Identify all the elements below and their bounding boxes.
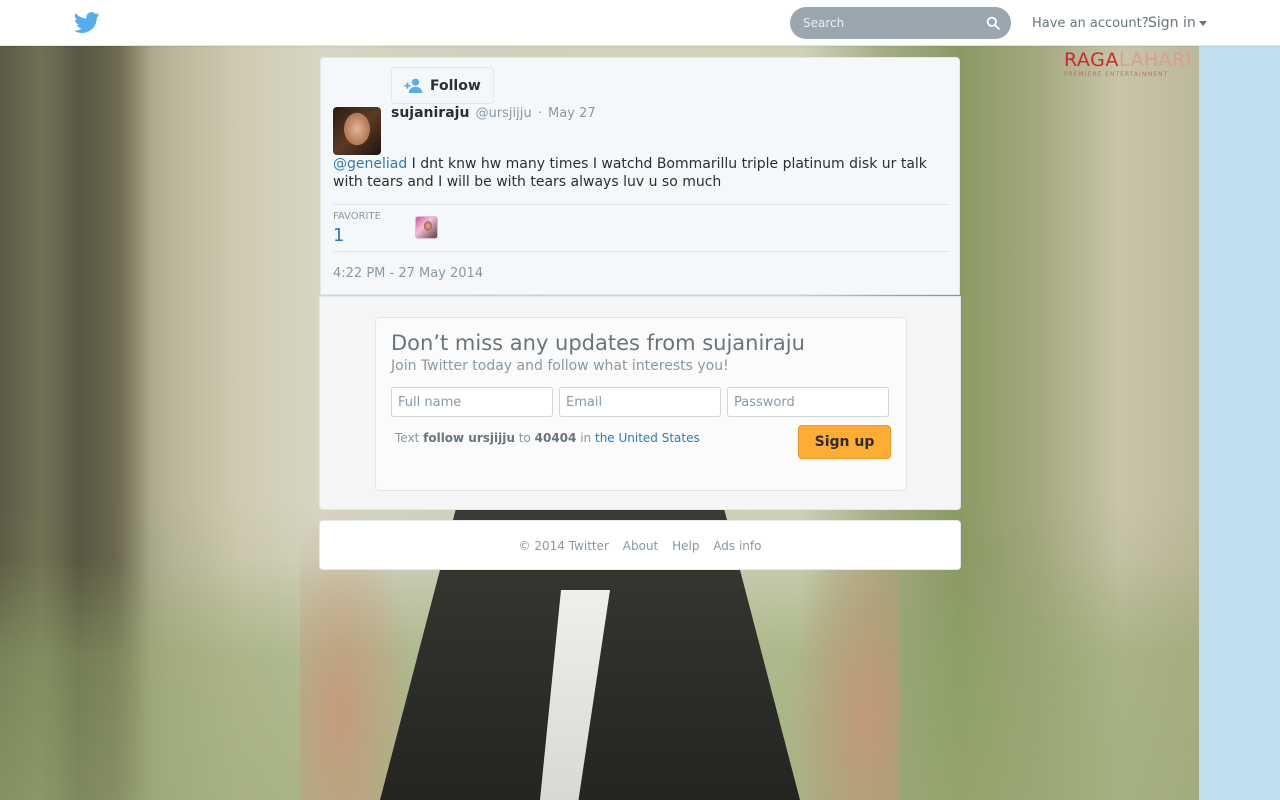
footer-help-link[interactable]: Help bbox=[672, 539, 699, 553]
signup-title: Don’t miss any updates from sujaniraju bbox=[391, 331, 805, 355]
follow-user-icon bbox=[404, 78, 423, 93]
footer: © 2014 Twitter About Help Ads info bbox=[319, 520, 961, 570]
tweet-stats: FAVORITE 1 bbox=[333, 204, 949, 252]
footer-copyright: © 2014 Twitter bbox=[518, 539, 609, 553]
footer-ads-info-link[interactable]: Ads info bbox=[713, 539, 761, 553]
twitter-bird-icon[interactable] bbox=[74, 12, 100, 34]
sms-follow-text: Text follow ursjijju to 40404 in the Uni… bbox=[395, 431, 700, 445]
mention-link[interactable]: @geneliad bbox=[333, 156, 407, 172]
separator-dot: · bbox=[537, 106, 542, 121]
footer-about-link[interactable]: About bbox=[623, 539, 658, 553]
background-side-strip bbox=[1199, 46, 1280, 800]
search-box[interactable] bbox=[790, 7, 1011, 39]
sms-command: follow ursjijju bbox=[423, 431, 515, 445]
watermark-logo: RAGALAHARI PREMIERE ENTERTAINMENT bbox=[1064, 49, 1192, 81]
follow-label: Follow bbox=[430, 77, 481, 94]
sms-country-link[interactable]: the United States bbox=[595, 431, 700, 445]
watermark-brand: RAGALAHARI bbox=[1064, 49, 1192, 71]
watermark-tagline: PREMIERE ENTERTAINMENT bbox=[1064, 71, 1169, 78]
caret-down-icon bbox=[1198, 20, 1207, 26]
follow-button[interactable]: Follow bbox=[391, 67, 494, 104]
favorite-label: FAVORITE bbox=[333, 211, 381, 222]
avatar[interactable] bbox=[333, 107, 381, 155]
tweet-card: Follow sujaniraju @ursjijju · May 27 @ge… bbox=[320, 57, 960, 295]
sms-number: 40404 bbox=[534, 431, 577, 445]
tweet-date[interactable]: May 27 bbox=[548, 106, 596, 121]
tweet-body: I dnt knw hw many times I watchd Bommari… bbox=[333, 156, 927, 190]
favorite-count[interactable]: 1 bbox=[333, 225, 344, 246]
tweet-text: @geneliad I dnt knw hw many times I watc… bbox=[333, 155, 953, 191]
full-name-field[interactable] bbox=[391, 387, 553, 417]
top-navigation-bar: Have an account? Sign in bbox=[0, 0, 1280, 46]
author-username[interactable]: @ursjijju bbox=[476, 106, 532, 121]
magnifier-icon[interactable] bbox=[986, 16, 1000, 30]
tweet-author: sujaniraju @ursjijju · May 27 bbox=[391, 105, 596, 121]
email-field[interactable] bbox=[559, 387, 721, 417]
search-input[interactable] bbox=[790, 7, 980, 39]
password-field[interactable] bbox=[727, 387, 889, 417]
signup-subtitle: Join Twitter today and follow what inter… bbox=[391, 358, 729, 374]
author-fullname[interactable]: sujaniraju bbox=[391, 105, 469, 121]
sign-in-label: Sign in bbox=[1148, 15, 1196, 31]
sign-in-dropdown[interactable]: Sign in bbox=[1148, 15, 1207, 31]
favoriter-avatar[interactable] bbox=[415, 216, 438, 239]
signup-card: Don’t miss any updates from sujaniraju J… bbox=[319, 296, 961, 510]
have-account-text: Have an account? bbox=[1032, 16, 1149, 31]
sign-up-button[interactable]: Sign up bbox=[798, 425, 891, 459]
tweet-timestamp: 4:22 PM - 27 May 2014 bbox=[333, 266, 484, 281]
signup-form: Don’t miss any updates from sujaniraju J… bbox=[375, 317, 907, 491]
